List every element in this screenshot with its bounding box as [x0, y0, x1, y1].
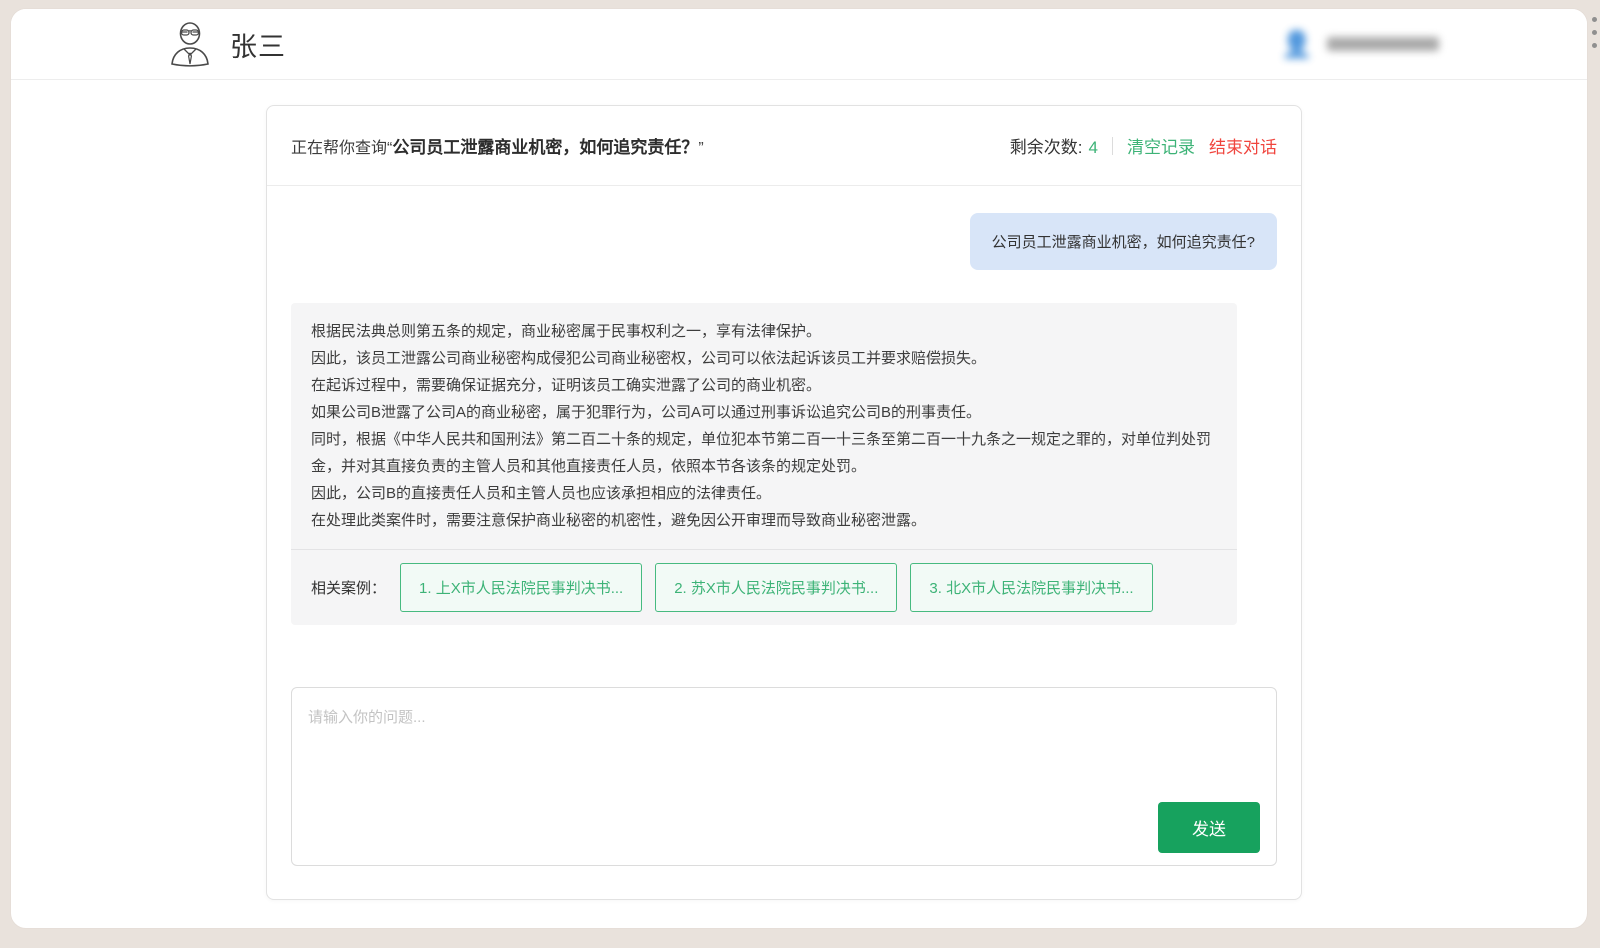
user-message-row: 公司员工泄露商业机密，如何追究责任? [291, 213, 1277, 270]
answer-line: 在处理此类案件时，需要注意保护商业秘密的机密性，避免因公开审理而导致商业秘密泄露… [311, 507, 1217, 534]
header-actions-divider [1112, 137, 1113, 155]
send-button[interactable]: 发送 [1158, 802, 1260, 853]
remaining-count-label: 剩余次数: 4 [1010, 133, 1098, 158]
account-badge-redacted[interactable]: 👤 [1281, 31, 1439, 57]
query-title: 正在帮你查询“公司员工泄露商业机密，如何追究责任？” [291, 133, 704, 158]
chat-card: 正在帮你查询“公司员工泄露商业机密，如何追究责任？” 剩余次数: 4 清空记录 结… [266, 105, 1302, 900]
answer-line: 因此，公司B的直接责任人员和主管人员也应该承担相应的法律责任。 [311, 480, 1217, 507]
clear-history-button[interactable]: 清空记录 [1127, 133, 1195, 158]
related-case-button[interactable]: 2. 苏X市人民法院民事判决书... [655, 563, 897, 612]
answer-line: 根据民法典总则第五条的规定，商业秘密属于民事权利之一，享有法律保护。 [311, 318, 1217, 345]
question-input[interactable] [292, 688, 1276, 865]
assistant-answer-text: 根据民法典总则第五条的规定，商业秘密属于民事权利之一，享有法律保护。因此，该员工… [291, 303, 1237, 549]
scrollbar-dots[interactable] [1592, 17, 1597, 48]
end-conversation-button[interactable]: 结束对话 [1209, 133, 1277, 158]
lawyer-avatar-icon [166, 21, 214, 67]
composer: 发送 [291, 687, 1277, 866]
chat-header-actions: 剩余次数: 4 清空记录 结束对话 [1010, 133, 1277, 158]
remaining-count: 4 [1089, 138, 1098, 157]
user-message-bubble: 公司员工泄露商业机密，如何追究责任? [970, 213, 1277, 270]
query-title-suffix: ” [698, 140, 703, 157]
user-icon: 👤 [1281, 31, 1313, 57]
app-window: 张三 👤 正在帮你查询“公司员工泄露商业机密，如何追究责任？” 剩余次数: 4 清… [10, 8, 1588, 929]
answer-line: 同时，根据《中华人民共和国刑法》第二百二十条的规定，单位犯本节第二百一十三条至第… [311, 426, 1217, 480]
query-title-prefix: 正在帮你查询“ [291, 140, 392, 157]
chat-card-header: 正在帮你查询“公司员工泄露商业机密，如何追究责任？” 剩余次数: 4 清空记录 结… [267, 106, 1301, 186]
remaining-label: 剩余次数: [1010, 138, 1083, 157]
related-case-button[interactable]: 1. 上X市人民法院民事判决书... [400, 563, 642, 612]
related-cases-list: 1. 上X市人民法院民事判决书... 2. 苏X市人民法院民事判决书... 3. 北… [400, 563, 1166, 612]
top-header: 张三 👤 [11, 9, 1587, 80]
query-title-text: 公司员工泄露商业机密，如何追究责任？ [392, 138, 698, 157]
answer-line: 如果公司B泄露了公司A的商业秘密，属于犯罪行为，公司A可以通过刑事诉讼追究公司B… [311, 399, 1217, 426]
answer-line: 在起诉过程中，需要确保证据充分，证明该员工确实泄露了公司的商业机密。 [311, 372, 1217, 399]
related-case-button[interactable]: 3. 北X市人民法院民事判决书... [910, 563, 1152, 612]
redacted-account-text [1327, 37, 1439, 51]
answer-line: 因此，该员工泄露公司商业秘密构成侵犯公司商业秘密权，公司可以依法起诉该员工并要求… [311, 345, 1217, 372]
related-cases-row: 相关案例： 1. 上X市人民法院民事判决书... 2. 苏X市人民法院民事判决书.… [291, 550, 1237, 625]
chat-body: 公司员工泄露商业机密，如何追究责任? 根据民法典总则第五条的规定，商业秘密属于民… [267, 213, 1301, 899]
brand-name: 张三 [230, 25, 286, 64]
related-cases-label: 相关案例： [311, 577, 386, 598]
assistant-answer-panel: 根据民法典总则第五条的规定，商业秘密属于民事权利之一，享有法律保护。因此，该员工… [291, 303, 1237, 625]
